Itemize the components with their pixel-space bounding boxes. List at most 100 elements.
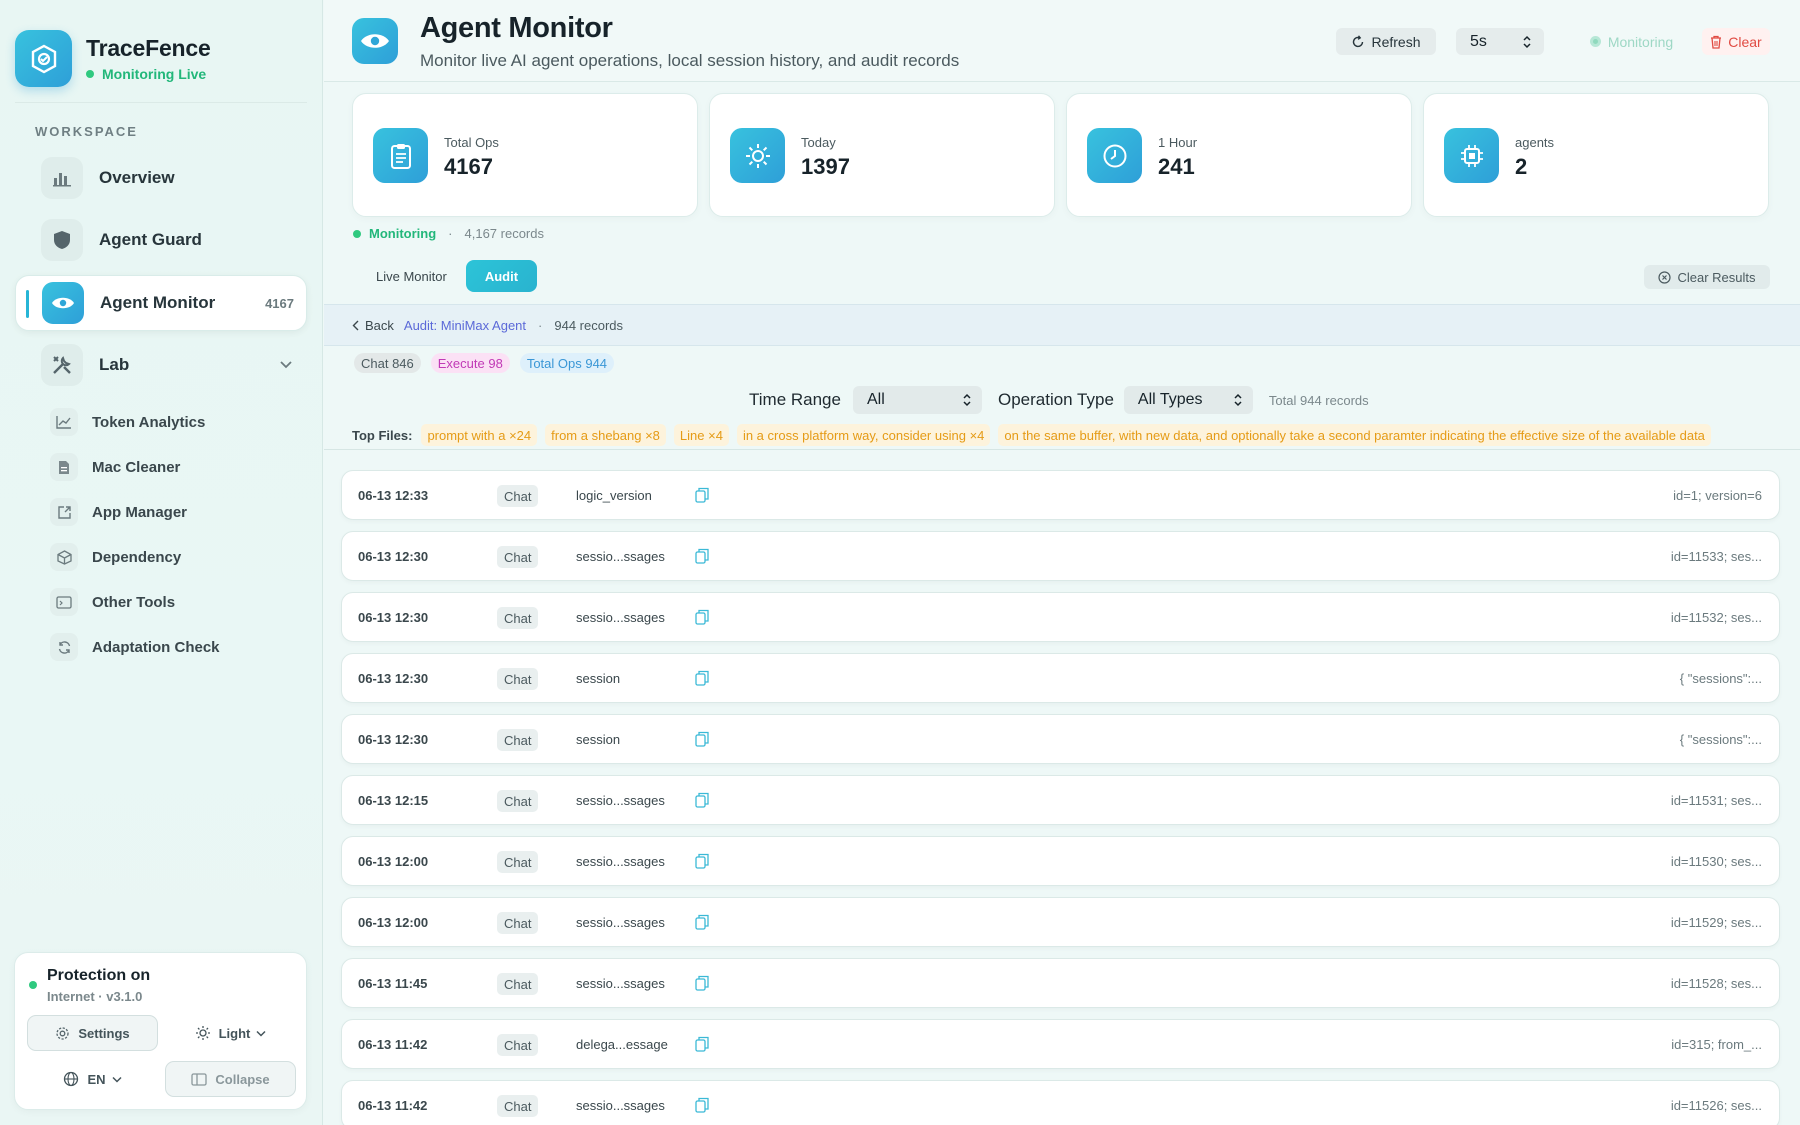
refresh-button[interactable]: Refresh	[1336, 28, 1436, 55]
record-time: 06-13 12:00	[358, 854, 429, 869]
copy-icon[interactable]	[695, 1097, 709, 1118]
record-row[interactable]: 06-13 12:15 Chat sessio...ssages id=1153…	[341, 775, 1780, 825]
chevron-down-icon[interactable]	[279, 356, 293, 374]
refresh-interval-select[interactable]: 5s	[1456, 28, 1544, 55]
top-file-chip[interactable]: on the same buffer, with new data, and o…	[998, 424, 1711, 446]
sidebar-subitem-other-tools[interactable]: Other Tools	[50, 587, 175, 617]
top-file-chip[interactable]: in a cross platform way, consider using …	[736, 424, 991, 446]
record-row[interactable]: 06-13 11:42 Chat sessio...ssages id=1152…	[341, 1080, 1780, 1125]
top-file-chip[interactable]: from a shebang ×8	[545, 424, 666, 446]
time-range-select[interactable]: All	[852, 386, 982, 414]
settings-label: Settings	[78, 1025, 130, 1041]
sidebar-item-agent-monitor[interactable]: Agent Monitor 4167	[15, 275, 307, 331]
record-time: 06-13 12:30	[358, 732, 429, 747]
sidebar-subitem-token-analytics[interactable]: Token Analytics	[50, 407, 205, 437]
record-time: 06-13 11:42	[358, 1098, 428, 1113]
copy-icon[interactable]	[695, 792, 709, 813]
sidebar-item-agent-guard[interactable]: Agent Guard	[15, 212, 307, 268]
updown-chevron-icon	[1233, 393, 1243, 407]
record-detail: id=1; version=6	[1673, 488, 1762, 503]
sidebar-item-overview[interactable]: Overview	[15, 150, 307, 206]
copy-icon[interactable]	[695, 670, 709, 691]
record-time: 06-13 12:00	[358, 915, 429, 930]
settings-button[interactable]: Settings	[27, 1015, 158, 1051]
record-name: session	[576, 732, 621, 747]
theme-toggle[interactable]: Light	[165, 1015, 296, 1051]
record-name: sessio...ssages	[576, 854, 665, 869]
brand-status-text: Monitoring Live	[102, 66, 207, 82]
sidebar-subitem-label: Dependency	[92, 548, 182, 566]
record-row[interactable]: 06-13 12:30 Chat sessio...ssages id=1153…	[341, 531, 1780, 581]
sun-icon	[195, 1025, 211, 1041]
record-row[interactable]: 06-13 12:30 Chat session { "sessions":..…	[341, 714, 1780, 764]
top-file-chip[interactable]: prompt with a ×24	[421, 424, 538, 446]
audit-breadcrumb: Back Audit: MiniMax Agent · 944 records	[324, 304, 1800, 346]
line-chart-icon	[50, 408, 78, 436]
record-name: sessio...ssages	[576, 549, 665, 564]
record-row[interactable]: 06-13 12:30 Chat session { "sessions":..…	[341, 653, 1780, 703]
language-select[interactable]: EN	[27, 1061, 158, 1097]
record-row[interactable]: 06-13 11:42 Chat delega...essage id=315;…	[341, 1019, 1780, 1069]
tab-live-monitor[interactable]: Live Monitor	[357, 260, 466, 292]
monitoring-toggle[interactable]: Monitoring	[1576, 28, 1686, 55]
copy-icon[interactable]	[695, 853, 709, 874]
updown-chevron-icon	[962, 393, 972, 407]
record-type-badge: Chat	[497, 607, 539, 629]
external-box-icon	[50, 498, 78, 526]
chip-icon	[1444, 128, 1499, 183]
clear-results-button[interactable]: Clear Results	[1644, 265, 1770, 289]
clear-button[interactable]: Clear	[1702, 28, 1770, 55]
record-type-badge: Chat	[497, 668, 539, 690]
eye-icon	[42, 282, 84, 324]
copy-icon[interactable]	[695, 609, 709, 630]
record-row[interactable]: 06-13 12:00 Chat sessio...ssages id=1153…	[341, 836, 1780, 886]
record-row[interactable]: 06-13 12:33 Chat logic_version id=1; ver…	[341, 470, 1780, 520]
tab-audit[interactable]: Audit	[465, 260, 538, 292]
record-time: 06-13 11:42	[358, 1037, 428, 1052]
status-dot-icon	[29, 981, 37, 989]
protection-card: Protection on Internet · v3.1.0 Settings…	[14, 952, 307, 1110]
record-type-badge: Chat	[497, 790, 539, 812]
top-files-label: Top Files:	[352, 427, 413, 443]
sidebar-subitem-app-manager[interactable]: App Manager	[50, 497, 187, 527]
filter-bar: Time Range All Operation Type All Types …	[749, 386, 1369, 414]
sidebar-subitem-mac-cleaner[interactable]: Mac Cleaner	[50, 452, 180, 482]
bar-chart-icon	[41, 157, 83, 199]
execute-count-chip[interactable]: Execute 98	[430, 353, 510, 373]
chevron-down-icon	[256, 1030, 266, 1037]
records-count: 4,167 records	[464, 226, 545, 241]
brand-name: TraceFence	[86, 35, 211, 61]
separator: ·	[538, 317, 543, 333]
record-row[interactable]: 06-13 12:30 Chat sessio...ssages id=1153…	[341, 592, 1780, 642]
record-row[interactable]: 06-13 11:45 Chat sessio...ssages id=1152…	[341, 958, 1780, 1008]
eye-icon	[352, 18, 398, 64]
record-name: sessio...ssages	[576, 610, 665, 625]
stat-card-one-hour: 1 Hour 241	[1066, 93, 1412, 217]
copy-icon[interactable]	[695, 1036, 709, 1057]
total-ops-chip[interactable]: Total Ops 944	[519, 353, 615, 373]
copy-icon[interactable]	[695, 548, 709, 569]
copy-icon[interactable]	[695, 731, 709, 752]
page-subtitle: Monitor live AI agent operations, local …	[420, 51, 960, 70]
sidebar-item-lab[interactable]: Lab	[15, 337, 307, 393]
monitoring-label: Monitoring	[1607, 33, 1674, 50]
record-name: logic_version	[576, 488, 652, 503]
back-button[interactable]: Back	[352, 318, 394, 333]
record-type-badge: Chat	[497, 912, 539, 934]
record-type-badge: Chat	[497, 546, 539, 568]
copy-icon[interactable]	[695, 487, 709, 508]
operation-type-value: All Types	[1137, 391, 1203, 408]
trash-icon	[1710, 35, 1722, 49]
copy-icon[interactable]	[695, 975, 709, 996]
sidebar-subitem-dependency[interactable]: Dependency	[50, 542, 181, 572]
copy-icon[interactable]	[695, 914, 709, 935]
collapse-button[interactable]: Collapse	[165, 1061, 296, 1097]
top-file-chip[interactable]: Line ×4	[673, 424, 729, 446]
chat-count-chip[interactable]: Chat 846	[354, 353, 421, 373]
sidebar-subitem-adaptation-check[interactable]: Adaptation Check	[50, 632, 220, 662]
sidebar-item-label: Overview	[99, 168, 175, 187]
separator: ·	[448, 226, 453, 241]
record-row[interactable]: 06-13 12:00 Chat sessio...ssages id=1152…	[341, 897, 1780, 947]
operation-type-select[interactable]: All Types	[1123, 386, 1253, 414]
record-time: 06-13 12:15	[358, 793, 429, 808]
